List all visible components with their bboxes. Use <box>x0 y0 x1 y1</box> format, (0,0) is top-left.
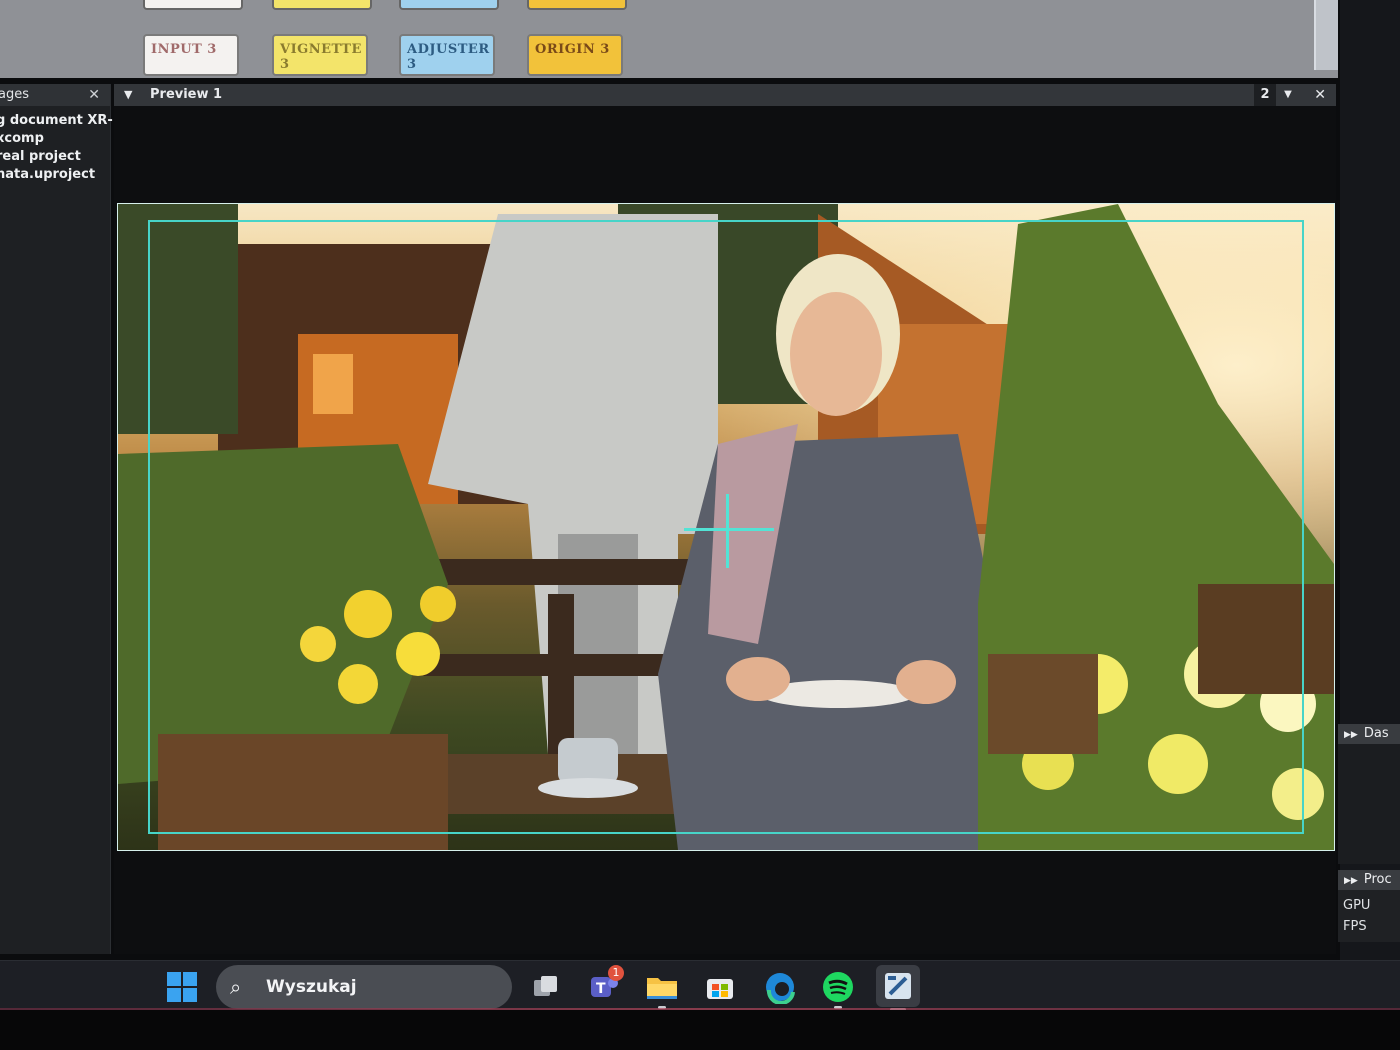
edge-icon <box>766 973 795 1004</box>
spotify-button[interactable] <box>820 969 856 1009</box>
left-panel-close-icon[interactable]: ✕ <box>88 84 100 106</box>
center-crosshair <box>684 528 774 531</box>
gpu-label: GPU <box>1343 898 1371 913</box>
right-panel-processing: ▶▶ Proc GPU FPS <box>1338 870 1400 942</box>
edge-browser-button[interactable] <box>762 969 798 1005</box>
preview-header: ▼ Preview 1 2 ▼ ✕ <box>114 84 1336 106</box>
windows-logo-icon <box>167 972 197 1002</box>
store-icon <box>707 979 733 999</box>
node-origin-3-label: ORIGIN 3 <box>535 42 610 57</box>
node-adjuster-2-partial[interactable] <box>399 0 499 10</box>
preview-close-icon[interactable]: ✕ <box>1314 84 1326 106</box>
node-vignette-3-label: VIGNETTE 3 <box>280 42 362 72</box>
node-vignette-3[interactable]: VIGNETTE 3 <box>272 34 368 76</box>
collapse-chevron-icon[interactable]: ▼ <box>124 84 132 106</box>
svg-text:T: T <box>596 981 606 997</box>
preview-title: Preview 1 <box>150 87 223 102</box>
view-number-button[interactable]: 2 <box>1254 84 1276 106</box>
node-input-3[interactable]: INPUT 3 <box>143 34 239 76</box>
view-dropdown-icon[interactable]: ▼ <box>1278 84 1298 106</box>
right-panel-dashboard: ▶▶ Das <box>1338 724 1400 864</box>
center-crosshair-vertical <box>726 494 729 568</box>
node-graph-canvas[interactable]: INPUT 3 VIGNETTE 3 ADJUSTER 3 ORIGIN 3 <box>0 0 1338 78</box>
fps-label: FPS <box>1343 919 1367 934</box>
right-panel-processing-header[interactable]: ▶▶ Proc <box>1338 870 1400 890</box>
expand-arrows-icon: ▶▶ <box>1344 730 1358 740</box>
task-view-button[interactable] <box>528 969 564 1005</box>
task-view-icon <box>534 976 557 996</box>
notification-badge: 1 <box>608 965 624 981</box>
list-item[interactable]: nata.uproject <box>0 166 113 184</box>
left-panel: ages ✕ g document XR- xcomp real project… <box>0 84 113 954</box>
list-item[interactable]: xcomp <box>0 130 113 148</box>
microsoft-store-button[interactable] <box>702 969 738 1005</box>
list-item[interactable]: g document XR- <box>0 112 113 130</box>
taskbar-search[interactable]: ⌕ Wyszukaj <box>216 965 512 1009</box>
file-explorer-button[interactable] <box>644 969 680 1009</box>
node-adjuster-3-label: ADJUSTER 3 <box>407 42 490 72</box>
right-panel-processing-title: Proc <box>1363 872 1392 887</box>
node-input-2-partial[interactable] <box>143 0 243 10</box>
compositor-app-icon <box>885 973 911 999</box>
right-panel-dashboard-header[interactable]: ▶▶ Das <box>1338 724 1400 744</box>
search-label: Wyszukaj <box>266 977 357 997</box>
spotify-icon <box>823 972 853 1002</box>
teams-button[interactable]: T 1 <box>586 965 624 1005</box>
left-panel-header: ages ✕ <box>0 84 110 106</box>
node-origin-2-partial[interactable] <box>527 0 627 10</box>
node-origin-3[interactable]: ORIGIN 3 <box>527 34 623 76</box>
node-graph-scrollbar[interactable] <box>1314 0 1338 70</box>
windows-taskbar: ⌕ Wyszukaj T 1 <box>0 960 1400 1011</box>
node-input-3-label: INPUT 3 <box>151 42 217 57</box>
left-panel-title: ages <box>0 87 29 102</box>
node-adjuster-3[interactable]: ADJUSTER 3 <box>399 34 495 76</box>
left-panel-list: g document XR- xcomp real project nata.u… <box>0 112 113 184</box>
start-button[interactable] <box>164 969 200 1005</box>
active-compositor-app-button[interactable] <box>876 965 920 1011</box>
search-icon: ⌕ <box>230 975 242 999</box>
right-panel-dashboard-title: Das <box>1363 726 1389 741</box>
expand-arrows-icon: ▶▶ <box>1344 876 1358 886</box>
list-item[interactable]: real project <box>0 148 113 166</box>
folder-icon <box>647 978 677 999</box>
node-vignette-2-partial[interactable] <box>272 0 372 10</box>
monitor-bezel-bottom <box>0 1010 1400 1050</box>
